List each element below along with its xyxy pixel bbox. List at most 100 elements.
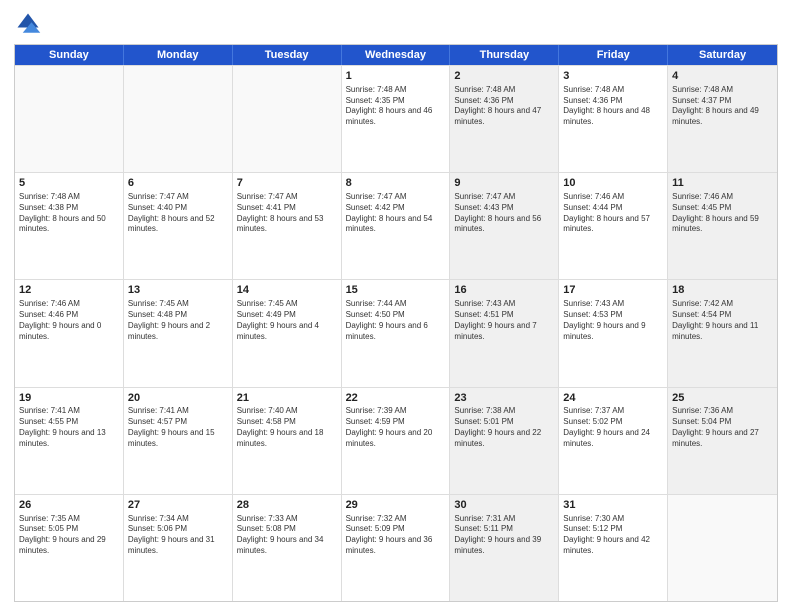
day-number: 26 <box>19 498 119 513</box>
calendar-cell: 2Sunrise: 7:48 AM Sunset: 4:36 PM Daylig… <box>450 66 559 172</box>
calendar-row-0: 1Sunrise: 7:48 AM Sunset: 4:35 PM Daylig… <box>15 65 777 172</box>
calendar-cell <box>124 66 233 172</box>
calendar-cell: 11Sunrise: 7:46 AM Sunset: 4:45 PM Dayli… <box>668 173 777 279</box>
calendar-cell <box>233 66 342 172</box>
weekday-header-thursday: Thursday <box>450 45 559 65</box>
day-number: 31 <box>563 498 663 513</box>
day-number: 4 <box>672 69 773 84</box>
calendar-cell: 13Sunrise: 7:45 AM Sunset: 4:48 PM Dayli… <box>124 280 233 386</box>
cell-info: Sunrise: 7:46 AM Sunset: 4:44 PM Dayligh… <box>563 192 663 235</box>
day-number: 3 <box>563 69 663 84</box>
day-number: 16 <box>454 283 554 298</box>
calendar-cell <box>15 66 124 172</box>
cell-info: Sunrise: 7:45 AM Sunset: 4:49 PM Dayligh… <box>237 299 337 342</box>
day-number: 20 <box>128 391 228 406</box>
calendar-cell: 12Sunrise: 7:46 AM Sunset: 4:46 PM Dayli… <box>15 280 124 386</box>
calendar-cell: 1Sunrise: 7:48 AM Sunset: 4:35 PM Daylig… <box>342 66 451 172</box>
cell-info: Sunrise: 7:41 AM Sunset: 4:57 PM Dayligh… <box>128 406 228 449</box>
day-number: 24 <box>563 391 663 406</box>
weekday-header-sunday: Sunday <box>15 45 124 65</box>
page: SundayMondayTuesdayWednesdayThursdayFrid… <box>0 0 792 612</box>
calendar-row-3: 19Sunrise: 7:41 AM Sunset: 4:55 PM Dayli… <box>15 387 777 494</box>
day-number: 14 <box>237 283 337 298</box>
cell-info: Sunrise: 7:44 AM Sunset: 4:50 PM Dayligh… <box>346 299 446 342</box>
calendar-cell: 31Sunrise: 7:30 AM Sunset: 5:12 PM Dayli… <box>559 495 668 601</box>
day-number: 19 <box>19 391 119 406</box>
cell-info: Sunrise: 7:48 AM Sunset: 4:38 PM Dayligh… <box>19 192 119 235</box>
weekday-header-friday: Friday <box>559 45 668 65</box>
cell-info: Sunrise: 7:37 AM Sunset: 5:02 PM Dayligh… <box>563 406 663 449</box>
cell-info: Sunrise: 7:43 AM Sunset: 4:51 PM Dayligh… <box>454 299 554 342</box>
calendar-cell: 23Sunrise: 7:38 AM Sunset: 5:01 PM Dayli… <box>450 388 559 494</box>
day-number: 21 <box>237 391 337 406</box>
cell-info: Sunrise: 7:38 AM Sunset: 5:01 PM Dayligh… <box>454 406 554 449</box>
cell-info: Sunrise: 7:47 AM Sunset: 4:42 PM Dayligh… <box>346 192 446 235</box>
day-number: 15 <box>346 283 446 298</box>
calendar-cell: 25Sunrise: 7:36 AM Sunset: 5:04 PM Dayli… <box>668 388 777 494</box>
calendar-cell: 16Sunrise: 7:43 AM Sunset: 4:51 PM Dayli… <box>450 280 559 386</box>
calendar-cell: 9Sunrise: 7:47 AM Sunset: 4:43 PM Daylig… <box>450 173 559 279</box>
weekday-header-monday: Monday <box>124 45 233 65</box>
logo <box>14 10 46 38</box>
calendar-cell: 30Sunrise: 7:31 AM Sunset: 5:11 PM Dayli… <box>450 495 559 601</box>
calendar-cell: 5Sunrise: 7:48 AM Sunset: 4:38 PM Daylig… <box>15 173 124 279</box>
cell-info: Sunrise: 7:48 AM Sunset: 4:37 PM Dayligh… <box>672 85 773 128</box>
cell-info: Sunrise: 7:36 AM Sunset: 5:04 PM Dayligh… <box>672 406 773 449</box>
cell-info: Sunrise: 7:40 AM Sunset: 4:58 PM Dayligh… <box>237 406 337 449</box>
day-number: 8 <box>346 176 446 191</box>
calendar: SundayMondayTuesdayWednesdayThursdayFrid… <box>14 44 778 602</box>
cell-info: Sunrise: 7:48 AM Sunset: 4:36 PM Dayligh… <box>563 85 663 128</box>
day-number: 13 <box>128 283 228 298</box>
weekday-header-tuesday: Tuesday <box>233 45 342 65</box>
calendar-cell: 19Sunrise: 7:41 AM Sunset: 4:55 PM Dayli… <box>15 388 124 494</box>
day-number: 11 <box>672 176 773 191</box>
cell-info: Sunrise: 7:41 AM Sunset: 4:55 PM Dayligh… <box>19 406 119 449</box>
cell-info: Sunrise: 7:32 AM Sunset: 5:09 PM Dayligh… <box>346 514 446 557</box>
cell-info: Sunrise: 7:48 AM Sunset: 4:36 PM Dayligh… <box>454 85 554 128</box>
cell-info: Sunrise: 7:47 AM Sunset: 4:40 PM Dayligh… <box>128 192 228 235</box>
cell-info: Sunrise: 7:48 AM Sunset: 4:35 PM Dayligh… <box>346 85 446 128</box>
cell-info: Sunrise: 7:47 AM Sunset: 4:41 PM Dayligh… <box>237 192 337 235</box>
calendar-cell: 26Sunrise: 7:35 AM Sunset: 5:05 PM Dayli… <box>15 495 124 601</box>
calendar-cell: 20Sunrise: 7:41 AM Sunset: 4:57 PM Dayli… <box>124 388 233 494</box>
day-number: 1 <box>346 69 446 84</box>
day-number: 10 <box>563 176 663 191</box>
calendar-cell <box>668 495 777 601</box>
calendar-body: 1Sunrise: 7:48 AM Sunset: 4:35 PM Daylig… <box>15 65 777 601</box>
calendar-cell: 24Sunrise: 7:37 AM Sunset: 5:02 PM Dayli… <box>559 388 668 494</box>
day-number: 25 <box>672 391 773 406</box>
day-number: 22 <box>346 391 446 406</box>
cell-info: Sunrise: 7:39 AM Sunset: 4:59 PM Dayligh… <box>346 406 446 449</box>
day-number: 27 <box>128 498 228 513</box>
day-number: 23 <box>454 391 554 406</box>
cell-info: Sunrise: 7:34 AM Sunset: 5:06 PM Dayligh… <box>128 514 228 557</box>
calendar-cell: 3Sunrise: 7:48 AM Sunset: 4:36 PM Daylig… <box>559 66 668 172</box>
calendar-cell: 4Sunrise: 7:48 AM Sunset: 4:37 PM Daylig… <box>668 66 777 172</box>
cell-info: Sunrise: 7:46 AM Sunset: 4:45 PM Dayligh… <box>672 192 773 235</box>
calendar-cell: 10Sunrise: 7:46 AM Sunset: 4:44 PM Dayli… <box>559 173 668 279</box>
cell-info: Sunrise: 7:45 AM Sunset: 4:48 PM Dayligh… <box>128 299 228 342</box>
calendar-cell: 15Sunrise: 7:44 AM Sunset: 4:50 PM Dayli… <box>342 280 451 386</box>
weekday-header-saturday: Saturday <box>668 45 777 65</box>
cell-info: Sunrise: 7:47 AM Sunset: 4:43 PM Dayligh… <box>454 192 554 235</box>
calendar-cell: 8Sunrise: 7:47 AM Sunset: 4:42 PM Daylig… <box>342 173 451 279</box>
calendar-cell: 27Sunrise: 7:34 AM Sunset: 5:06 PM Dayli… <box>124 495 233 601</box>
cell-info: Sunrise: 7:33 AM Sunset: 5:08 PM Dayligh… <box>237 514 337 557</box>
logo-icon <box>14 10 42 38</box>
day-number: 18 <box>672 283 773 298</box>
day-number: 28 <box>237 498 337 513</box>
day-number: 30 <box>454 498 554 513</box>
day-number: 2 <box>454 69 554 84</box>
calendar-row-2: 12Sunrise: 7:46 AM Sunset: 4:46 PM Dayli… <box>15 279 777 386</box>
calendar-header: SundayMondayTuesdayWednesdayThursdayFrid… <box>15 45 777 65</box>
calendar-row-1: 5Sunrise: 7:48 AM Sunset: 4:38 PM Daylig… <box>15 172 777 279</box>
calendar-cell: 14Sunrise: 7:45 AM Sunset: 4:49 PM Dayli… <box>233 280 342 386</box>
day-number: 5 <box>19 176 119 191</box>
cell-info: Sunrise: 7:42 AM Sunset: 4:54 PM Dayligh… <box>672 299 773 342</box>
cell-info: Sunrise: 7:35 AM Sunset: 5:05 PM Dayligh… <box>19 514 119 557</box>
day-number: 6 <box>128 176 228 191</box>
calendar-row-4: 26Sunrise: 7:35 AM Sunset: 5:05 PM Dayli… <box>15 494 777 601</box>
cell-info: Sunrise: 7:31 AM Sunset: 5:11 PM Dayligh… <box>454 514 554 557</box>
calendar-cell: 18Sunrise: 7:42 AM Sunset: 4:54 PM Dayli… <box>668 280 777 386</box>
day-number: 12 <box>19 283 119 298</box>
